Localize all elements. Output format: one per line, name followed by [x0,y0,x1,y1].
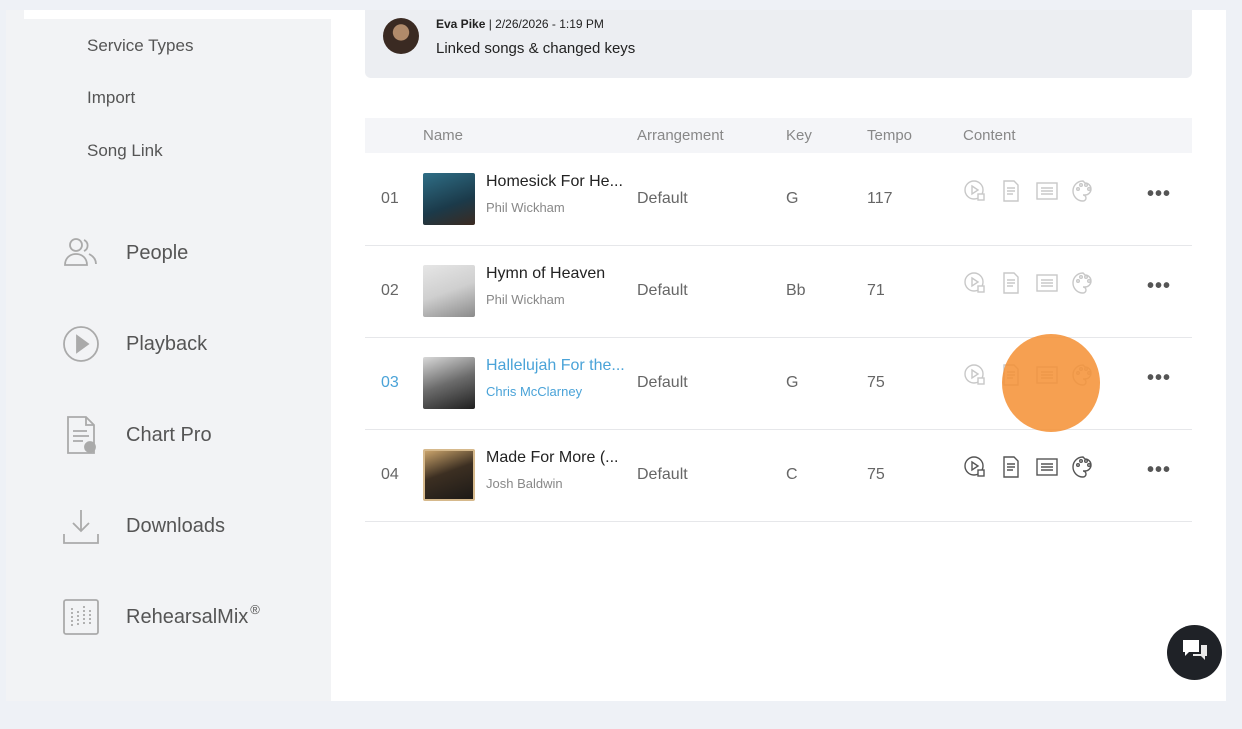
album-art [423,357,475,409]
sidebar-item-label: Playback [126,332,208,355]
more-options-button[interactable]: ••• [1147,459,1171,482]
play-track-icon[interactable] [963,179,987,203]
album-art [423,265,475,317]
people-icon [60,232,102,274]
row-number: 04 [381,466,399,483]
tempo-value: 71 [867,282,885,299]
lyrics-icon[interactable] [1035,271,1059,295]
comment-text: Linked songs & changed keys [436,40,636,57]
header-tempo: Tempo [867,127,913,144]
chart-doc-icon [60,414,102,456]
sidebar-item-chart-pro[interactable]: Chart Pro [60,413,212,457]
key-value[interactable]: G [786,190,798,208]
chord-chart-icon[interactable] [999,455,1023,479]
bottom-strip [0,701,1242,729]
content-icons [963,455,1095,479]
sidebar-item-downloads[interactable]: Downloads [60,504,225,548]
table-header: Name Arrangement Key Tempo Content [365,118,1192,153]
tempo-value: 75 [867,466,885,483]
palette-icon[interactable] [1071,455,1095,479]
song-title[interactable]: Hymn of Heaven [486,265,605,283]
chord-chart-icon[interactable] [999,179,1023,203]
comment-meta: Eva Pike | 2/26/2026 - 1:19 PM [436,17,604,31]
album-art [423,173,475,225]
play-circle-icon [60,323,102,365]
song-artist: Josh Baldwin [486,476,563,491]
song-artist: Phil Wickham [486,292,565,307]
tempo-value: 117 [867,190,893,207]
arrangement-value[interactable]: Default [637,466,688,484]
header-key: Key [786,127,812,144]
mixer-icon [60,596,102,638]
table-row[interactable]: 01 Homesick For He... Phil Wickham Defau… [365,153,1192,246]
sidebar-item-label: People [126,241,189,264]
play-track-icon[interactable] [963,363,987,387]
content-icons [963,271,1095,295]
sidebar-top-strip [24,10,331,19]
arrangement-value[interactable]: Default [637,374,688,392]
comment-box: Eva Pike | 2/26/2026 - 1:19 PM Linked so… [365,10,1192,78]
sidebar-item-people[interactable]: People [60,231,188,275]
play-track-icon[interactable] [963,455,987,479]
palette-icon[interactable] [1071,179,1095,203]
header-arrangement: Arrangement [637,127,724,144]
header-name: Name [423,127,464,144]
sidebar-item-label: Downloads [126,514,225,537]
sidebar-item-label: RehearsalMix ® [126,601,260,628]
song-title[interactable]: Homesick For He... [486,173,623,191]
table-row[interactable]: 04 Made For More (... Josh Baldwin Defau… [365,429,1192,522]
sidebar-item-service-types[interactable]: Service Types [87,36,193,56]
song-title[interactable]: Hallelujah For the... [486,357,625,375]
sidebar-item-rehearsalmix[interactable]: RehearsalMix ® [60,595,260,639]
row-number: 03 [381,374,399,391]
key-value[interactable]: C [786,466,798,484]
row-number: 01 [381,190,399,207]
sidebar-item-import[interactable]: Import [87,88,135,108]
key-value[interactable]: Bb [786,282,806,300]
lyrics-icon[interactable] [1035,455,1059,479]
comment-author: Eva Pike [436,17,486,31]
song-title[interactable]: Made For More (... [486,449,618,467]
content-icons [963,179,1095,203]
more-options-button[interactable]: ••• [1147,275,1171,298]
comment-timestamp: | 2/26/2026 - 1:19 PM [485,17,604,31]
more-options-button[interactable]: ••• [1147,367,1171,390]
song-artist: Phil Wickham [486,200,565,215]
palette-icon[interactable] [1071,271,1095,295]
sidebar-item-playback[interactable]: Playback [60,322,207,366]
registered-mark: ® [250,601,260,617]
sidebar-item-label: Chart Pro [126,423,212,446]
arrangement-value[interactable]: Default [637,282,688,300]
play-track-icon[interactable] [963,271,987,295]
sidebar-item-song-link[interactable]: Song Link [87,141,163,161]
chat-icon [1181,638,1209,667]
click-highlight-marker [1002,334,1100,432]
table-row[interactable]: 02 Hymn of Heaven Phil Wickham Default B… [365,245,1192,338]
lyrics-icon[interactable] [1035,179,1059,203]
arrangement-value[interactable]: Default [637,190,688,208]
header-content: Content [963,127,1016,144]
key-value[interactable]: G [786,374,798,392]
song-artist: Chris McClarney [486,384,583,399]
more-options-button[interactable]: ••• [1147,183,1171,206]
tempo-value: 75 [867,374,885,391]
chord-chart-icon[interactable] [999,271,1023,295]
download-icon [60,505,102,547]
row-number: 02 [381,282,399,299]
album-art [423,449,475,501]
chat-button[interactable] [1167,625,1222,680]
avatar[interactable] [383,18,419,54]
